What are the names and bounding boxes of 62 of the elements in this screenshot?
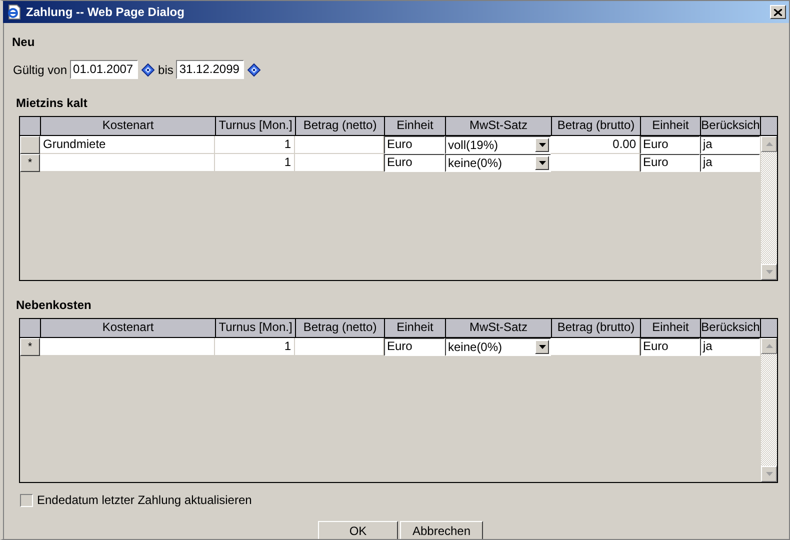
column-header[interactable]: Einheit — [641, 117, 701, 135]
down-arrow-icon — [766, 270, 772, 274]
input-field[interactable]: ja — [700, 154, 760, 172]
page-icon — [6, 4, 22, 20]
column-header[interactable]: Betrag (brutto) — [552, 117, 641, 135]
table-cell: 1 — [215, 338, 295, 356]
column-header[interactable]: Turnus [Mon.] — [216, 117, 296, 135]
input-field[interactable]: Euro — [384, 136, 445, 154]
checkbox[interactable] — [20, 494, 33, 506]
field-label: bis — [158, 62, 174, 76]
row-header[interactable] — [20, 136, 40, 154]
section-title: Mietzins kalt — [16, 96, 88, 110]
input-field[interactable]: ja — [700, 136, 760, 154]
column-header[interactable]: Kostenart — [41, 117, 216, 135]
column-header[interactable]: Berücksich — [701, 319, 761, 337]
scrollbar[interactable] — [761, 136, 777, 280]
input-field[interactable]: Euro — [640, 338, 700, 356]
input-field[interactable]: Euro — [384, 338, 445, 356]
input-field[interactable]: Euro — [384, 154, 445, 172]
row-header[interactable]: * — [20, 338, 40, 356]
up-arrow-icon — [766, 142, 772, 146]
section-title: Nebenkosten — [16, 298, 92, 312]
cancel-button[interactable]: Abbrechen — [400, 521, 483, 539]
dropdown[interactable]: keine(0%) — [445, 338, 551, 356]
checkbox-label: Endedatum letzter Zahlung aktualisieren — [37, 493, 252, 507]
caret-icon — [538, 161, 546, 165]
table-cell: 1 — [215, 136, 295, 154]
table-cell: 0.00 — [551, 136, 640, 154]
up-arrow-icon — [766, 344, 772, 348]
input-field[interactable]: Euro — [640, 154, 700, 172]
column-header[interactable]: MwSt-Satz — [446, 319, 552, 337]
column-header[interactable]: MwSt-Satz — [446, 117, 552, 135]
column-header[interactable]: Turnus [Mon.] — [216, 319, 296, 337]
dropdown[interactable]: keine(0%) — [445, 154, 551, 172]
column-header[interactable]: Einheit — [385, 319, 446, 337]
row-header[interactable]: * — [20, 154, 40, 172]
column-header[interactable]: Berücksich — [701, 117, 761, 135]
column-header[interactable]: Kostenart — [41, 319, 216, 337]
column-header[interactable]: Betrag (brutto) — [552, 319, 641, 337]
date-field[interactable]: 01.01.2007 — [70, 60, 138, 79]
input-field[interactable]: ja — [700, 338, 760, 356]
column-header[interactable]: Betrag (netto) — [296, 117, 385, 135]
window-title: Zahlung -- Web Page Dialog — [26, 5, 186, 19]
form-heading: Neu — [12, 35, 36, 49]
caret-icon — [538, 345, 546, 349]
calendar-icon[interactable] — [247, 62, 262, 76]
dropdown[interactable]: voll(19%) — [445, 136, 551, 154]
calendar-icon[interactable] — [141, 62, 156, 76]
table-cell: 1 — [215, 154, 295, 172]
caret-icon — [538, 143, 546, 147]
column-header[interactable]: Einheit — [385, 117, 446, 135]
scrollbar[interactable] — [761, 338, 777, 482]
down-arrow-icon — [766, 472, 772, 476]
column-header[interactable]: Einheit — [641, 319, 701, 337]
table-cell: Grundmiete — [40, 136, 215, 154]
close-icon — [774, 8, 782, 16]
column-header[interactable]: Betrag (netto) — [296, 319, 385, 337]
date-field[interactable]: 31.12.2099 — [176, 60, 244, 79]
close-button[interactable] — [770, 5, 786, 19]
field-label: Gültig von — [13, 62, 68, 76]
ok-button[interactable]: OK — [318, 521, 398, 539]
input-field[interactable]: Euro — [640, 136, 700, 154]
